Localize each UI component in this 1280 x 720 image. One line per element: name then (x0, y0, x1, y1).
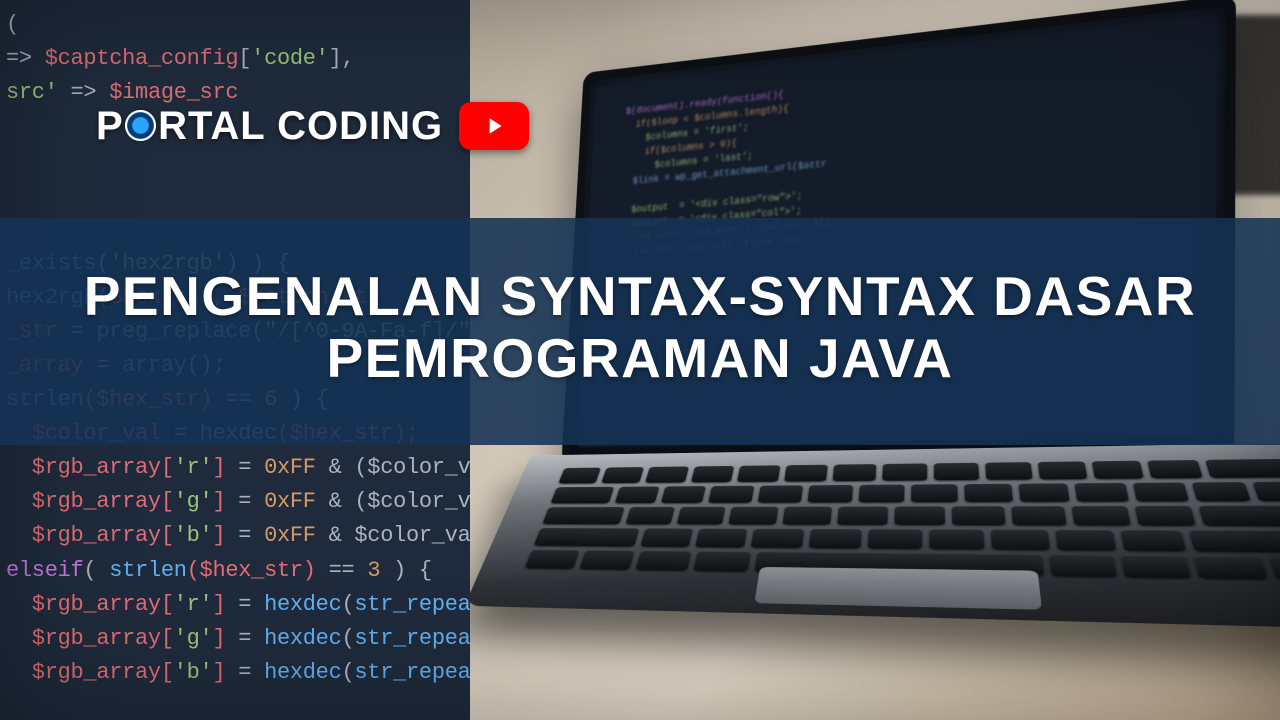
youtube-play-icon (459, 102, 529, 150)
brand-rest: RTAL CODING (158, 104, 443, 148)
brand-letter-p: P (96, 104, 124, 148)
title-text: PENGENALAN SYNTAX-SYNTAX DASAR PEMROGRAM… (60, 266, 1220, 389)
brand-row: P RTAL CODING (96, 102, 529, 150)
laptop-trackpad (754, 567, 1042, 610)
title-banner: PENGENALAN SYNTAX-SYNTAX DASAR PEMROGRAM… (0, 218, 1280, 445)
brand-name: P RTAL CODING (96, 104, 443, 149)
title-line-2: PEMROGRAMAN JAVA (60, 328, 1220, 390)
thumbnail-stage: ( => $captcha_config['code'], src' => $i… (0, 0, 1280, 720)
brand-o-icon (125, 110, 156, 141)
laptop-base (470, 442, 1280, 631)
laptop-keyboard (530, 459, 1280, 566)
title-line-1: PENGENALAN SYNTAX-SYNTAX DASAR (60, 266, 1220, 328)
